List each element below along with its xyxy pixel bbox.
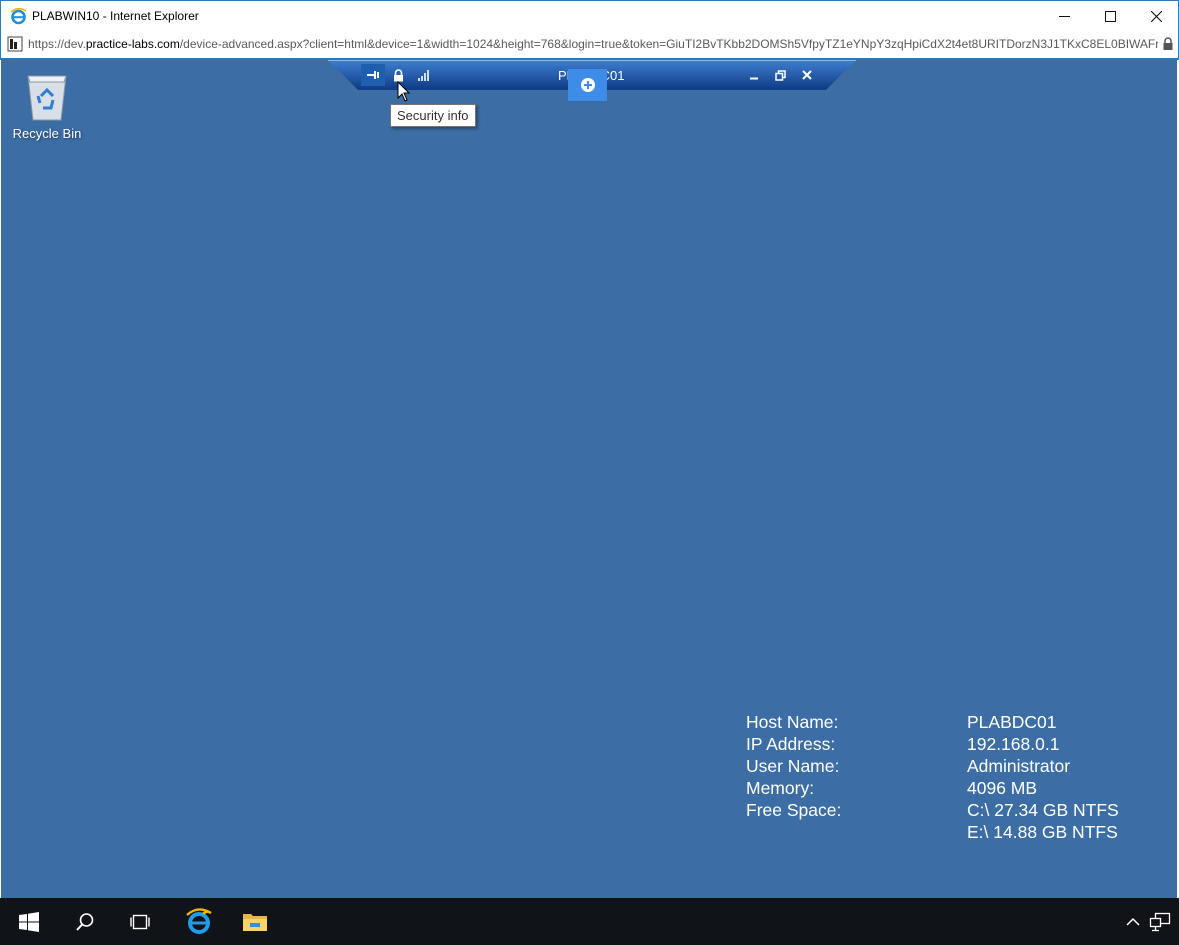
minimize-button[interactable] (1041, 1, 1087, 31)
maximize-button[interactable] (1087, 1, 1133, 31)
internet-explorer-icon (10, 8, 27, 25)
start-button[interactable] (2, 898, 56, 945)
desktop-icon-label: Recycle Bin (12, 126, 82, 141)
bginfo-key: Host Name: (746, 712, 839, 732)
bginfo-row: User Name: Administrator (746, 755, 1119, 777)
security-info-tooltip: Security info (390, 104, 476, 127)
taskbar (0, 898, 1179, 945)
url-text[interactable]: https://dev.practice-labs.com/device-adv… (28, 37, 1158, 51)
bginfo-key: IP Address: (746, 734, 836, 754)
windows-start-icon (19, 911, 39, 932)
task-view-button[interactable] (113, 898, 167, 945)
plus-circle-icon (580, 78, 595, 92)
desktop-icon-recycle-bin[interactable]: Recycle Bin (8, 70, 86, 141)
rdp-close-button[interactable] (795, 64, 819, 86)
show-hidden-icons-button[interactable] (1120, 898, 1146, 945)
bginfo-key (746, 821, 967, 843)
expand-toolbar-button[interactable] (568, 69, 607, 101)
file-explorer-icon (243, 913, 267, 931)
maximize-icon (1104, 10, 1116, 22)
window-title: PLABWIN10 - Internet Explorer (32, 9, 199, 23)
bginfo-key: Memory: (746, 778, 815, 798)
network-status-button[interactable] (1146, 898, 1174, 945)
bginfo-value: Administrator (967, 756, 1071, 776)
recycle-bin-icon (27, 75, 67, 121)
close-button[interactable] (1133, 1, 1179, 31)
connection-quality-button[interactable] (412, 64, 436, 86)
close-icon (802, 70, 812, 80)
chevron-up-icon (1126, 917, 1140, 926)
bginfo-panel: Host Name: PLABDC01 IP Address: 192.168.0.… (746, 711, 1119, 843)
bginfo-value: 4096 MB (967, 778, 1038, 798)
bginfo-row: Host Name: PLABDC01 (746, 711, 1119, 733)
rdp-minimize-button[interactable] (742, 64, 766, 86)
close-icon (1150, 10, 1162, 22)
mouse-cursor-icon (397, 81, 411, 102)
minimize-icon (1058, 15, 1070, 17)
search-icon (76, 912, 94, 931)
bginfo-value: E:\ 14.88 GB NTFS (967, 822, 1118, 842)
task-view-icon (130, 914, 150, 929)
site-favicon-icon (7, 36, 23, 52)
bginfo-value: PLABDC01 (967, 712, 1057, 732)
bginfo-row: IP Address: 192.168.0.1 (746, 733, 1119, 755)
restore-icon (774, 69, 786, 81)
bginfo-row: Free Space: C:\ 27.34 GB NTFS (746, 799, 1119, 821)
minimize-icon (750, 77, 758, 80)
window-titlebar: PLABWIN10 - Internet Explorer (0, 0, 1179, 31)
bginfo-key: User Name: (746, 756, 840, 776)
network-icon (1149, 912, 1171, 931)
taskbar-file-explorer[interactable] (228, 898, 282, 945)
pin-icon (367, 71, 379, 79)
bginfo-row: E:\ 14.88 GB NTFS (746, 821, 1119, 843)
padlock-icon (393, 68, 403, 81)
taskbar-internet-explorer[interactable] (172, 898, 226, 945)
signal-icon (418, 70, 429, 81)
padlock-icon[interactable] (1162, 37, 1174, 51)
address-bar[interactable]: https://dev.practice-labs.com/device-adv… (0, 31, 1179, 58)
bginfo-key: Free Space: (746, 800, 842, 820)
search-button[interactable] (58, 898, 112, 945)
internet-explorer-icon (186, 907, 212, 934)
bginfo-row: Memory: 4096 MB (746, 777, 1119, 799)
rdp-restore-button[interactable] (768, 64, 792, 86)
bginfo-value: C:\ 27.34 GB NTFS (967, 800, 1119, 820)
pin-button[interactable] (361, 64, 385, 86)
bginfo-value: 192.168.0.1 (967, 734, 1060, 754)
